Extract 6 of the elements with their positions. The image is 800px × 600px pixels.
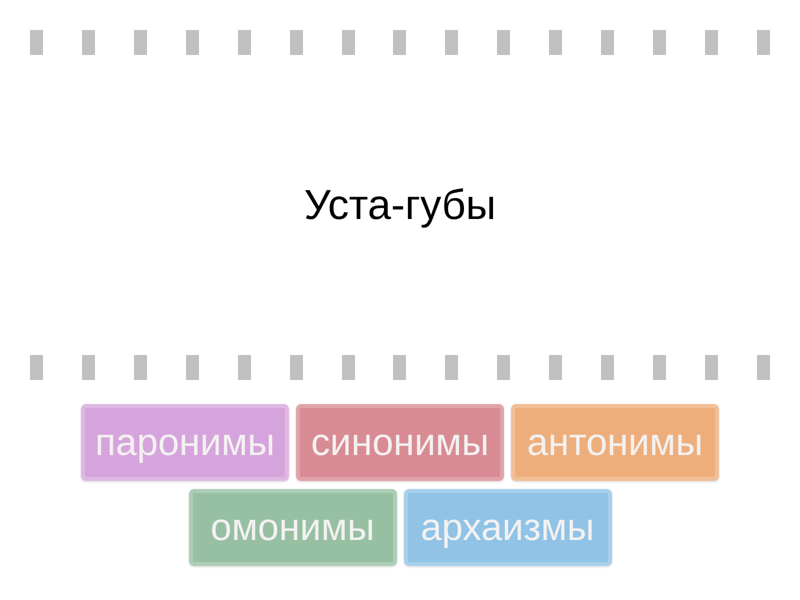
word-tile[interactable]: архаизмы (404, 489, 612, 566)
word-tile[interactable]: антонимы (511, 404, 719, 481)
word-tile[interactable]: паронимы (81, 404, 289, 481)
word-tile[interactable]: омонимы (188, 489, 396, 566)
prompt-text: Уста-губы (304, 184, 496, 226)
word-tile[interactable]: синонимы (296, 404, 504, 481)
